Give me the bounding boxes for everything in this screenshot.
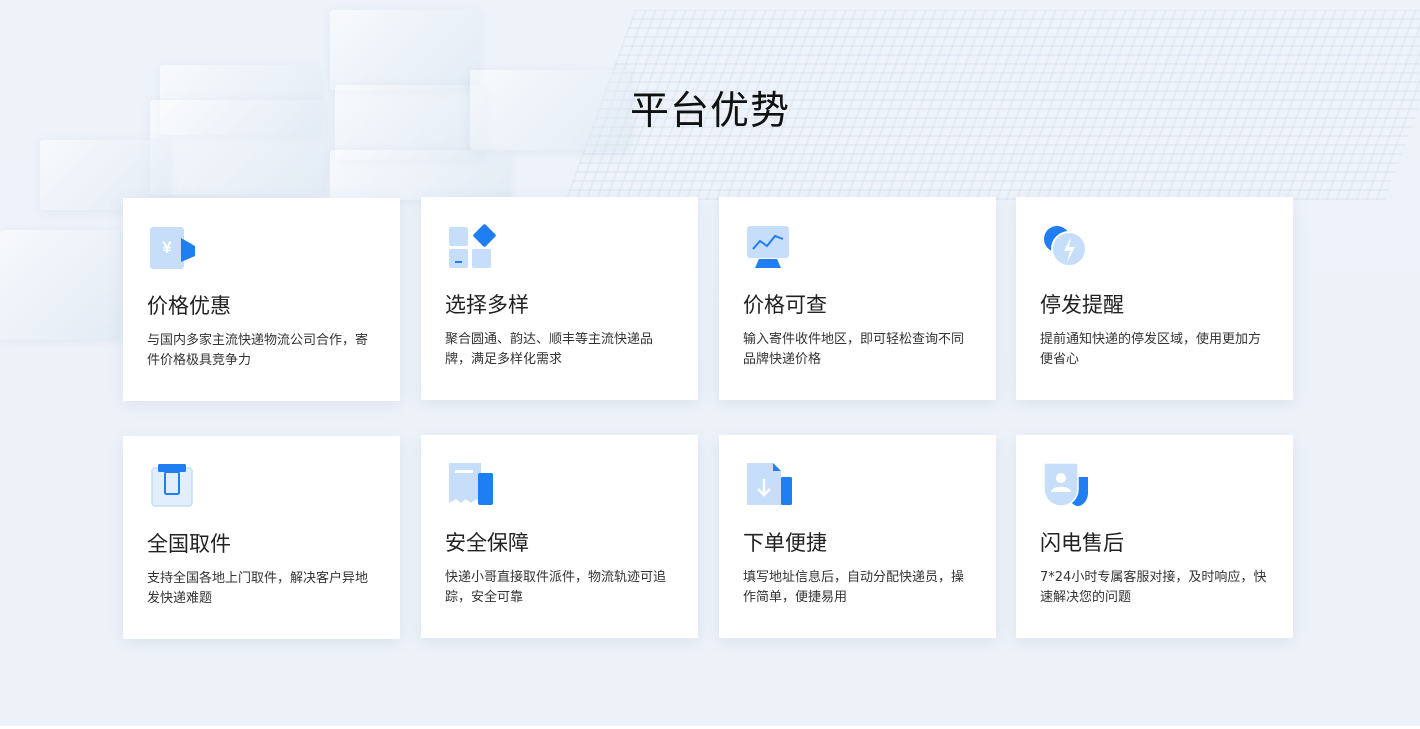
advantage-card-pickup[interactable]: 全国取件 支持全国各地上门取件，解决客户异地发快递难题 [123,436,400,639]
advantage-card-stop-alert[interactable]: 停发提醒 提前通知快递的停发区域，使用更加方便省心 [1016,197,1293,400]
card-title: 停发提醒 [1040,293,1124,317]
card-title: 安全保障 [445,531,529,555]
card-description: 支持全国各地上门取件，解决客户异地发快递难题 [147,571,369,606]
download-document-icon [743,459,795,511]
svg-text:¥: ¥ [162,238,172,257]
card-title: 价格可查 [743,293,827,317]
section-title: 平台优势 [629,89,790,134]
platform-advantages-section: 平台优势 ¥ 价格优惠 与国内多家主流快递物流公司合作，寄件价格极具竞争力 选择… [0,0,1420,726]
card-description: 快递小哥直接取件派件，物流轨迹可追踪，安全可靠 [445,570,667,605]
card-description: 输入寄件收件地区，即可轻松查询不同品牌快递价格 [743,332,965,367]
receipt-shield-icon [445,459,497,511]
pickup-box-icon [147,460,199,512]
card-title: 闪电售后 [1040,531,1124,555]
card-description: 聚合圆通、韵达、顺丰等主流快递品牌，满足多样化需求 [445,332,654,367]
card-title: 全国取件 [147,532,231,556]
advantage-card-price-query[interactable]: 价格可查 输入寄件收件地区，即可轻松查询不同品牌快递价格 [719,197,996,400]
card-description: 7*24小时专属客服对接，及时响应，快速解决您的问题 [1040,570,1267,605]
advantage-card-price[interactable]: ¥ 价格优惠 与国内多家主流快递物流公司合作，寄件价格极具竞争力 [123,198,400,401]
advantage-card-easy-order[interactable]: 下单便捷 填写地址信息后，自动分配快递员，操作简单，便捷易用 [719,435,996,638]
advantage-card-security[interactable]: 安全保障 快递小哥直接取件派件，物流轨迹可追踪，安全可靠 [421,435,698,638]
card-description: 与国内多家主流快递物流公司合作，寄件价格极具竞争力 [147,333,369,368]
card-title: 价格优惠 [147,294,231,318]
card-title: 下单便捷 [743,531,827,555]
user-shield-icon [1040,459,1092,511]
advantage-card-after-sales[interactable]: 闪电售后 7*24小时专属客服对接，及时响应，快速解决您的问题 [1016,435,1293,638]
yen-tag-icon: ¥ [147,222,199,274]
card-description: 提前通知快递的停发区域，使用更加方便省心 [1040,332,1262,367]
grid-diamond-icon [445,221,497,273]
card-title: 选择多样 [445,293,529,317]
card-description: 填写地址信息后，自动分配快递员，操作简单，便捷易用 [743,570,965,605]
advantage-card-choice[interactable]: 选择多样 聚合圆通、韵达、顺丰等主流快递品牌，满足多样化需求 [421,197,698,400]
chart-monitor-icon [743,221,795,273]
lightning-bubble-icon [1040,221,1092,273]
